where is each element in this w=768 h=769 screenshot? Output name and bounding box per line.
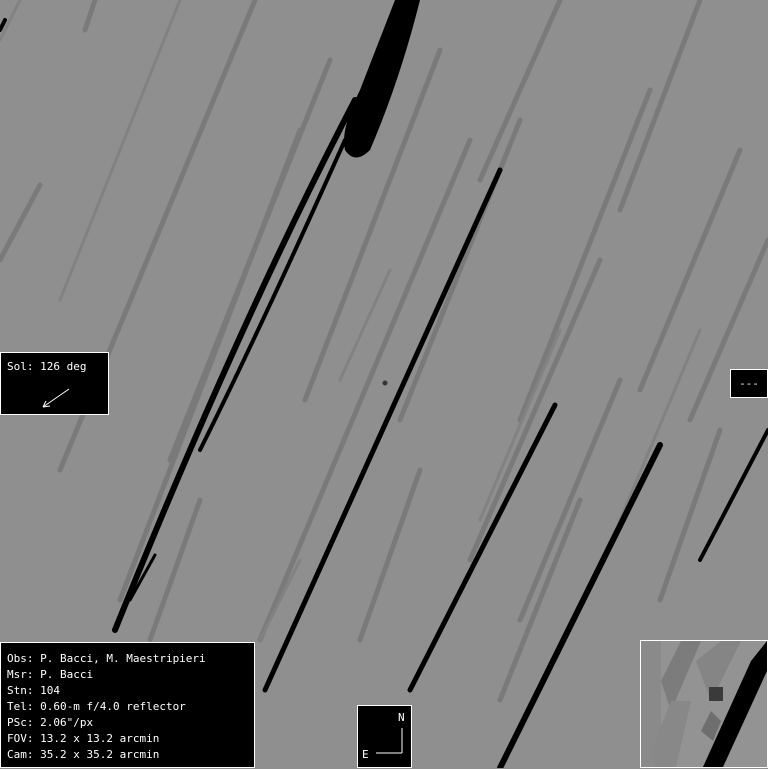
zoom-inset-image	[641, 641, 767, 767]
north-label: N	[398, 711, 405, 724]
sun-direction-arrow-icon	[42, 388, 70, 408]
telescope-line: Tel: 0.60-m f/4.0 reflector	[7, 700, 186, 713]
observation-info-panel: Obs: P. Bacci, M. Maestripieri Msr: P. B…	[0, 642, 255, 768]
zoom-inset	[640, 640, 768, 768]
east-label: E	[362, 748, 369, 761]
observers-line: Obs: P. Bacci, M. Maestripieri	[7, 652, 206, 665]
measurer-line: Msr: P. Bacci	[7, 668, 94, 681]
camera-line: Cam: 35.2 x 35.2 arcmin	[7, 748, 160, 761]
orientation-compass: N E	[357, 705, 412, 768]
solar-elongation-label: Sol: 126 deg	[7, 360, 87, 373]
placeholder-panel: ---	[730, 369, 768, 398]
solar-elongation-panel: Sol: 126 deg	[0, 352, 109, 415]
station-line: Stn: 104	[7, 684, 60, 697]
pixel-scale-line: PSc: 2.06"/px	[7, 716, 94, 729]
field-of-view-line: FOV: 13.2 x 13.2 arcmin	[7, 732, 160, 745]
